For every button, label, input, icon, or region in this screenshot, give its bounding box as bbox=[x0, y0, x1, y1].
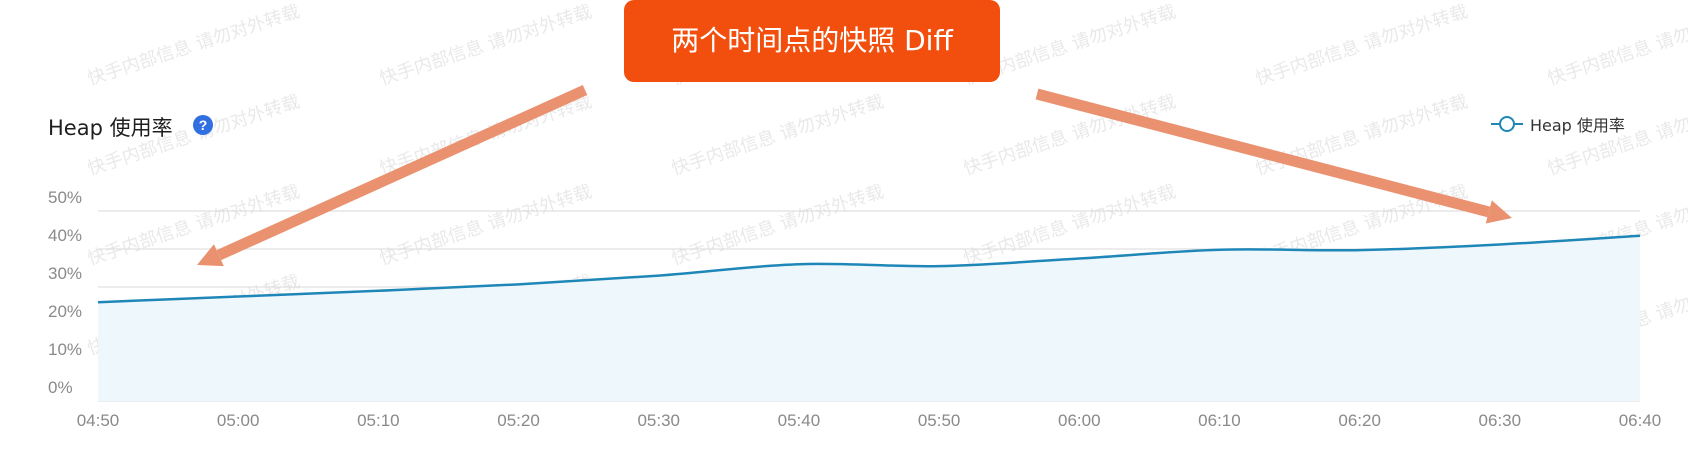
x-tick-label: 06:00 bbox=[1058, 411, 1101, 430]
watermark-text: 快手内部信息 请勿对外转载 bbox=[85, 1, 302, 89]
x-tick-label: 04:50 bbox=[77, 411, 120, 430]
x-tick-label: 05:00 bbox=[217, 411, 260, 430]
callout-label: 两个时间点的快照 Diff bbox=[624, 0, 1000, 82]
watermark-text: 快手内部信息 请勿对外转载 bbox=[1253, 91, 1470, 179]
y-tick-label: 20% bbox=[48, 302, 82, 321]
chart-title: Heap 使用率 bbox=[48, 116, 173, 140]
x-tick-label: 05:20 bbox=[497, 411, 540, 430]
series-area-fill bbox=[98, 235, 1640, 401]
y-tick-label: 0% bbox=[48, 378, 73, 397]
y-tick-label: 50% bbox=[48, 188, 82, 207]
x-tick-label: 05:50 bbox=[918, 411, 961, 430]
y-tick-label: 30% bbox=[48, 264, 82, 283]
y-tick-label: 40% bbox=[48, 226, 82, 245]
watermark-text: 快手内部信息 请勿对外转载 bbox=[669, 91, 886, 179]
watermark-text: 快手内部信息 请勿对外转载 bbox=[377, 181, 594, 269]
watermark-text: 快手内部信息 请勿对外转载 bbox=[377, 1, 594, 89]
watermark-text: 快手内部信息 请勿对外转载 bbox=[669, 181, 886, 269]
x-tick-label: 06:20 bbox=[1338, 411, 1381, 430]
x-tick-label: 06:40 bbox=[1619, 411, 1662, 430]
watermark-text: 快手内部信息 请勿对外转载 bbox=[85, 181, 302, 269]
legend-item[interactable]: Heap 使用率 bbox=[1490, 113, 1625, 135]
x-tick-label: 05:10 bbox=[357, 411, 400, 430]
help-icon[interactable]: ? bbox=[193, 115, 213, 135]
watermark-text: 快手内部信息 请勿对外转载 bbox=[1253, 1, 1470, 89]
x-tick-label: 06:30 bbox=[1479, 411, 1522, 430]
annotation-arrow-right-head bbox=[1485, 200, 1512, 224]
y-tick-label: 10% bbox=[48, 340, 82, 359]
x-tick-label: 06:10 bbox=[1198, 411, 1241, 430]
line-circle-icon bbox=[1491, 116, 1523, 132]
x-tick-label: 05:30 bbox=[637, 411, 680, 430]
watermark-text: 快手内部信息 请勿对外转载 bbox=[1545, 1, 1688, 89]
x-tick-label: 05:40 bbox=[778, 411, 821, 430]
legend-label: Heap 使用率 bbox=[1530, 116, 1625, 135]
